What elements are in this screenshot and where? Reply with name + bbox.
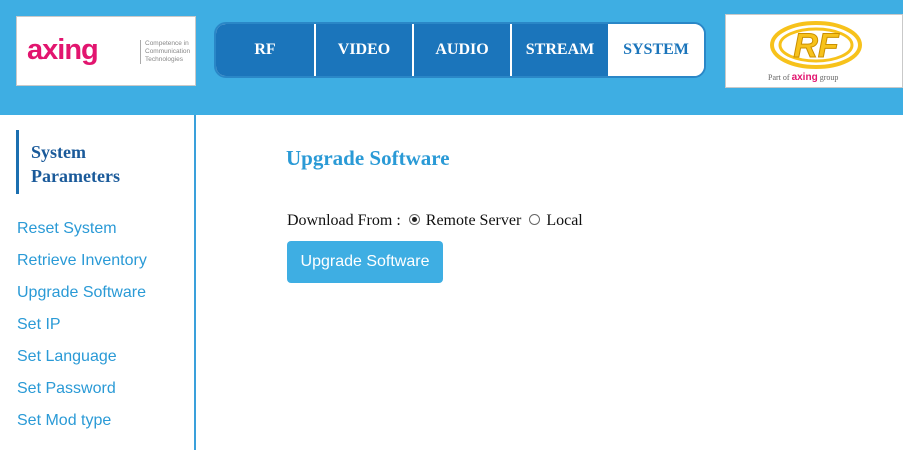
part-of-suffix: group bbox=[819, 73, 839, 82]
local-radio[interactable] bbox=[529, 213, 541, 225]
download-source-row: Download From : Remote Server Local bbox=[287, 210, 583, 232]
tagline-line: Technologies bbox=[145, 56, 183, 63]
sidebar-item-set-password[interactable]: Set Password bbox=[17, 377, 147, 409]
remote-server-label[interactable]: Remote Server bbox=[426, 212, 522, 230]
tab-video[interactable]: VIDEO bbox=[316, 24, 412, 76]
main-nav-tabs: RF VIDEO AUDIO STREAM SYSTEM bbox=[214, 22, 706, 78]
part-of-axing-group: Part of axing group bbox=[768, 72, 838, 83]
axing-logo[interactable]: axing Competence in Communication Techno… bbox=[16, 16, 196, 86]
page-title: Upgrade Software bbox=[286, 146, 450, 170]
axing-wordmark: axing bbox=[27, 34, 99, 66]
tab-stream[interactable]: STREAM bbox=[512, 24, 608, 76]
local-label[interactable]: Local bbox=[546, 212, 582, 230]
sidebar-divider bbox=[194, 115, 196, 450]
sidebar-item-reset-system[interactable]: Reset System bbox=[17, 217, 147, 249]
download-from-label: Download From : bbox=[287, 212, 401, 229]
sidebar-item-upgrade-software[interactable]: Upgrade Software bbox=[17, 281, 147, 313]
tagline-line: Communication bbox=[145, 48, 191, 55]
tab-system[interactable]: SYSTEM bbox=[608, 24, 704, 76]
rf-partner-logo[interactable]: RF Part of axing group bbox=[725, 14, 903, 88]
axing-tagline: Competence in Communication Technologies bbox=[145, 40, 195, 64]
sidebar-item-set-mod-type[interactable]: Set Mod type bbox=[17, 409, 147, 441]
sidebar-title: System Parameters bbox=[16, 130, 176, 194]
logo-separator bbox=[140, 40, 141, 64]
rf-logo-letters: RF bbox=[793, 27, 840, 65]
tagline-line: Competence in bbox=[145, 40, 189, 47]
part-of-prefix: Part of bbox=[768, 73, 790, 82]
header-bar: axing Competence in Communication Techno… bbox=[0, 0, 903, 115]
sidebar-menu: Reset System Retrieve Inventory Upgrade … bbox=[17, 217, 147, 441]
sidebar-item-set-ip[interactable]: Set IP bbox=[17, 313, 147, 345]
sidebar-item-set-language[interactable]: Set Language bbox=[17, 345, 147, 377]
tab-rf[interactable]: RF bbox=[216, 24, 314, 76]
upgrade-software-button[interactable]: Upgrade Software bbox=[287, 241, 443, 283]
sidebar-item-retrieve-inventory[interactable]: Retrieve Inventory bbox=[17, 249, 147, 281]
tab-audio[interactable]: AUDIO bbox=[414, 24, 510, 76]
remote-server-radio[interactable] bbox=[408, 213, 420, 225]
rf-logo-icon: RF bbox=[770, 21, 862, 69]
part-of-brand: axing bbox=[791, 72, 818, 83]
